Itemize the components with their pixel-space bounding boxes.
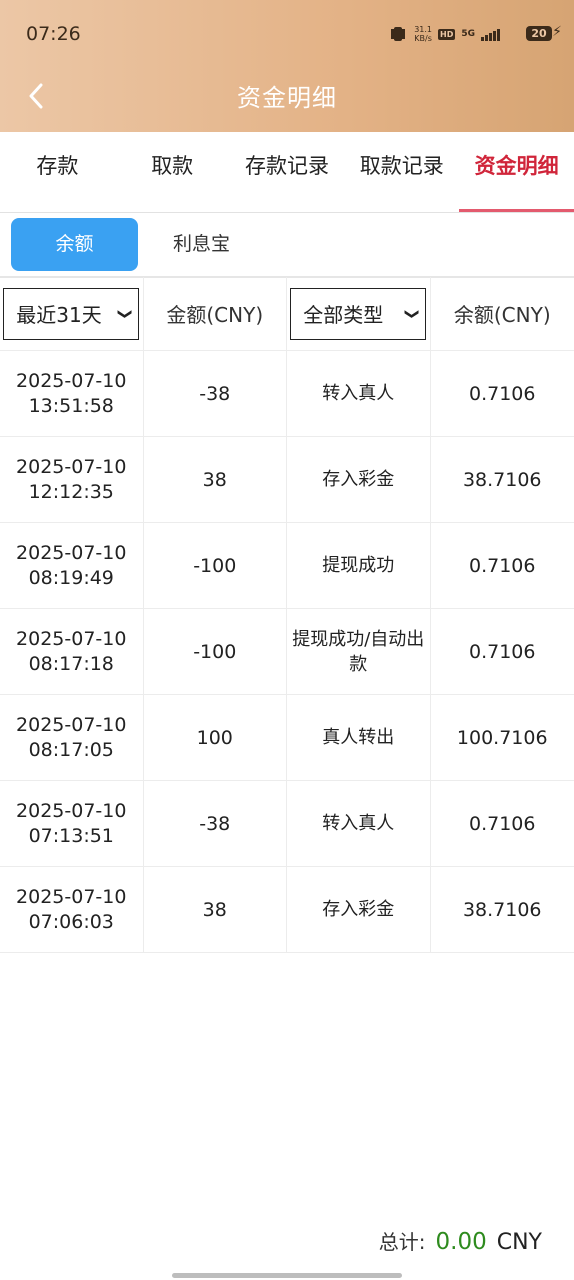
row-time: 08:17:05 [28, 738, 114, 761]
app-header: 07:26 31.1 KB/s HD 5G 20 ⚡ 资金明细 [0, 0, 574, 132]
row-datetime: 2025-07-10 08:17:05 [0, 695, 144, 780]
row-datetime: 2025-07-10 08:19:49 [0, 523, 144, 608]
table-row: 2025-07-10 07:13:51 -38 转入真人 0.7106 [0, 781, 574, 867]
network-type: 5G [461, 29, 475, 39]
row-time: 07:06:03 [28, 910, 114, 933]
row-amount: -100 [144, 609, 287, 694]
sub-tab-interest[interactable]: 利息宝 [138, 218, 265, 271]
home-indicator[interactable] [172, 1273, 402, 1278]
status-icons: 31.1 KB/s HD 5G 20 ⚡ [388, 22, 562, 46]
row-time: 07:13:51 [28, 824, 114, 847]
table-row: 2025-07-10 13:51:58 -38 转入真人 0.7106 [0, 351, 574, 437]
period-filter-cell: 最近31天 ❯ [0, 277, 144, 350]
row-balance: 38.7106 [462, 468, 542, 491]
total-label: 总计: [378, 1230, 426, 1254]
type-select[interactable]: 全部类型 ❯ [290, 287, 427, 340]
row-type: 提现成功 [287, 523, 431, 608]
row-type: 真人转出 [287, 695, 431, 780]
table-row: 2025-07-10 07:06:03 38 存入彩金 38.7106 [0, 867, 574, 953]
row-amount: 38 [144, 437, 287, 522]
row-datetime: 2025-07-10 07:13:51 [0, 781, 144, 866]
total-amount: 0.00 [435, 1229, 487, 1255]
row-datetime: 2025-07-10 08:17:18 [0, 609, 144, 694]
table-row: 2025-07-10 12:12:35 38 存入彩金 38.7106 [0, 437, 574, 523]
row-amount: -100 [144, 523, 287, 608]
battery-icon: 20 [526, 26, 552, 41]
row-balance: 0.7106 [469, 812, 536, 835]
row-balance: 0.7106 [469, 382, 536, 405]
row-date: 2025-07-10 [16, 541, 127, 564]
type-filter-cell: 全部类型 ❯ [287, 277, 431, 350]
row-amount: -38 [144, 781, 287, 866]
total-summary: 总计: 0.00 CNY [379, 1226, 542, 1255]
tab-withdraw-records[interactable]: 取款记录 [344, 132, 459, 212]
tab-deposit-records[interactable]: 存款记录 [230, 132, 345, 212]
chevron-down-icon: ❯ [116, 307, 133, 320]
row-balance: 100.7106 [456, 726, 548, 749]
hd-icon: HD [438, 28, 456, 40]
type-select-value: 全部类型 [303, 303, 384, 327]
main-tab-bar: 存款 取款 存款记录 取款记录 资金明细 [0, 132, 574, 213]
row-datetime: 2025-07-10 07:06:03 [0, 867, 144, 952]
balance-header-label: 余额(CNY) [453, 303, 551, 327]
row-date: 2025-07-10 [16, 627, 127, 650]
total-currency: CNY [496, 1230, 542, 1255]
amount-header-label: 金额(CNY) [166, 303, 264, 327]
balance-header: 余额(CNY) [431, 277, 574, 350]
table-row: 2025-07-10 08:17:05 100 真人转出 100.7106 [0, 695, 574, 781]
fund-details-table: 最近31天 ❯ 金额(CNY) 全部类型 ❯ 余额(CNY) 2025-07-1… [0, 277, 574, 953]
row-amount: 100 [144, 695, 287, 780]
period-select[interactable]: 最近31天 ❯ [3, 287, 140, 340]
row-type: 存入彩金 [287, 867, 431, 952]
row-balance: 0.7106 [469, 640, 536, 663]
row-date: 2025-07-10 [16, 885, 127, 908]
row-datetime: 2025-07-10 13:51:58 [0, 351, 144, 436]
signal-icon [481, 27, 500, 41]
period-select-value: 最近31天 [16, 303, 102, 327]
amount-header: 金额(CNY) [144, 277, 287, 350]
row-datetime: 2025-07-10 12:12:35 [0, 437, 144, 522]
tab-deposit[interactable]: 存款 [0, 132, 115, 212]
row-amount: 38 [144, 867, 287, 952]
row-balance: 38.7106 [462, 898, 542, 921]
row-type: 转入真人 [287, 351, 431, 436]
table-row: 2025-07-10 08:19:49 -100 提现成功 0.7106 [0, 523, 574, 609]
tab-fund-details[interactable]: 资金明细 [459, 132, 574, 212]
row-amount: -38 [144, 351, 287, 436]
table-row: 2025-07-10 08:17:18 -100 提现成功/自动出款 0.7106 [0, 609, 574, 695]
vibrate-icon [388, 27, 408, 41]
sub-tab-balance[interactable]: 余额 [11, 218, 138, 271]
sub-tab-bar: 余额 利息宝 [0, 212, 574, 278]
row-time: 08:19:49 [28, 566, 114, 589]
row-time: 13:51:58 [28, 394, 114, 417]
row-time: 12:12:35 [28, 480, 114, 503]
tab-withdraw[interactable]: 取款 [115, 132, 230, 212]
charging-icon: ⚡ [552, 24, 562, 40]
table-header-row: 最近31天 ❯ 金额(CNY) 全部类型 ❯ 余额(CNY) [0, 277, 574, 351]
row-type: 提现成功/自动出款 [287, 609, 431, 694]
page-title: 资金明细 [237, 84, 337, 112]
row-date: 2025-07-10 [16, 369, 127, 392]
network-speed: 31.1 KB/s [414, 25, 432, 43]
row-date: 2025-07-10 [16, 455, 127, 478]
chevron-down-icon: ❯ [403, 307, 420, 320]
row-type: 存入彩金 [287, 437, 431, 522]
status-bar: 07:26 31.1 KB/s HD 5G 20 ⚡ [0, 0, 574, 66]
status-time: 07:26 [26, 23, 81, 45]
row-time: 08:17:18 [28, 652, 114, 675]
row-type: 转入真人 [287, 781, 431, 866]
row-balance: 0.7106 [469, 554, 536, 577]
row-date: 2025-07-10 [16, 713, 127, 736]
row-date: 2025-07-10 [16, 799, 127, 822]
